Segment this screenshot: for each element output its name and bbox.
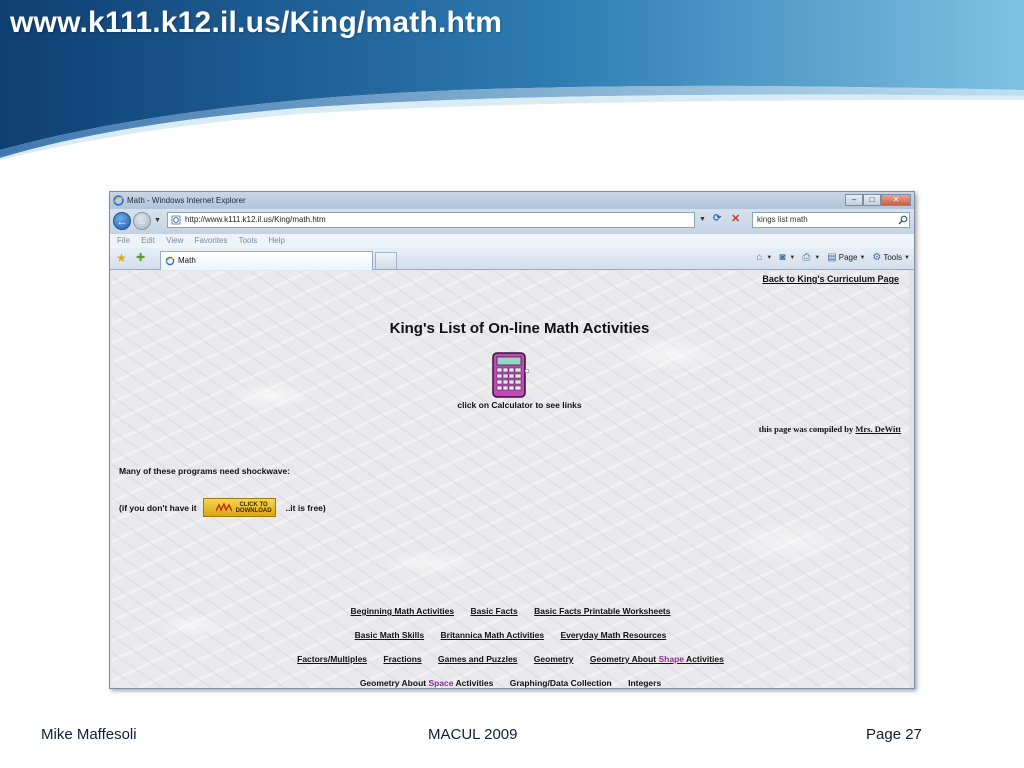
back-button[interactable]: ← (113, 212, 131, 230)
link-factors-multiples[interactable]: Factors/Multiples (297, 654, 367, 664)
window-title: Math - Windows Internet Explorer (127, 196, 246, 205)
shockwave-suffix: ..it is free) (285, 502, 326, 513)
menu-help[interactable]: Help (269, 236, 285, 245)
link-beginning-math[interactable]: Beginning Math Activities (351, 606, 455, 616)
internet-explorer-icon (113, 195, 124, 206)
home-button[interactable]: ⌂ ▼ (756, 252, 772, 263)
compiled-by-line: this page was compiled by Mrs. DeWitt (759, 424, 901, 434)
tools-menu-button[interactable]: ⚙ Tools ▼ (872, 252, 910, 263)
tab-label: Math (178, 256, 196, 265)
new-tab-button[interactable] (375, 252, 397, 269)
footer-page-number: Page 27 (866, 726, 922, 743)
address-dropdown-icon[interactable]: ▼ (699, 216, 706, 223)
page-menu-button[interactable]: ▤ Page ▼ (827, 252, 865, 263)
link-basic-math-skills[interactable]: Basic Math Skills (355, 630, 424, 640)
link-fractions[interactable]: Fractions (383, 654, 421, 664)
search-input[interactable]: kings list math (752, 212, 910, 228)
maximize-button[interactable]: □ (863, 194, 881, 206)
page-icon: ▤ (827, 252, 837, 263)
link-geometry-space[interactable]: Geometry About Space Activities (360, 678, 494, 688)
add-favorites-icon[interactable]: ✚ (136, 251, 145, 264)
calculator-icon[interactable] (490, 351, 530, 399)
author-link[interactable]: Mrs. DeWitt (855, 424, 901, 434)
link-games-puzzles[interactable]: Games and Puzzles (438, 654, 517, 664)
history-dropdown-icon[interactable]: ▼ (154, 217, 161, 224)
tab-math[interactable]: Math (160, 251, 373, 270)
chevron-down-icon: ▼ (814, 254, 821, 261)
links-row-2: Basic Math Skills Britannica Math Activi… (112, 630, 909, 640)
link-graphing[interactable]: Graphing/Data Collection (510, 678, 612, 688)
page-favicon-icon (171, 215, 181, 225)
gear-icon: ⚙ (872, 252, 882, 263)
tools-menu-label: Tools (883, 253, 903, 262)
navigation-bar: ← → ▼ http://www.k111.k12.il.us/King/mat… (110, 209, 914, 234)
links-row-4: Geometry About Space Activities Graphing… (112, 678, 909, 688)
download-label: CLICK TO DOWNLOAD (235, 501, 272, 514)
menu-bar: File Edit View Favorites Tools Help (110, 234, 914, 248)
link-basic-facts-printable[interactable]: Basic Facts Printable Worksheets (534, 606, 670, 616)
shockwave-download-row: (if you don't have it CLICK TO DOWNLOAD .… (119, 498, 326, 517)
print-button[interactable]: ⎙ ▼ (802, 252, 820, 263)
command-bar: ⌂ ▼ ◙ ▼ ⎙ ▼ ▤ Page ▼ ⚙ Tools ▼ (749, 252, 910, 263)
window-controls: – □ ✕ (845, 194, 911, 206)
tab-row: ★ ✚ Math ⌂ ▼ ◙ ▼ ⎙ ▼ ▤ Page ▼ ⚙ Tools ▼ (110, 248, 914, 270)
calculator-caption: click on Calculator to see links (457, 400, 582, 410)
window-title-bar: Math - Windows Internet Explorer – □ ✕ (110, 192, 914, 209)
tab-favicon-icon (165, 256, 175, 266)
download-shockwave-button[interactable]: CLICK TO DOWNLOAD (202, 498, 276, 517)
feeds-button[interactable]: ◙ ▼ (779, 252, 795, 263)
menu-edit[interactable]: Edit (141, 236, 155, 245)
footer-author: Mike Maffesoli (41, 726, 137, 743)
links-row-1: Beginning Math Activities Basic Facts Ba… (112, 606, 909, 616)
print-icon: ⎙ (802, 252, 811, 263)
address-input[interactable]: http://www.k111.k12.il.us/King/math.htm (167, 212, 695, 228)
shockwave-note: Many of these programs need shockwave: (119, 466, 290, 476)
home-icon: ⌂ (756, 252, 763, 263)
page-heading: King's List of On-line Math Activities (389, 320, 650, 337)
menu-view[interactable]: View (166, 236, 183, 245)
favorites-star-icon[interactable]: ★ (116, 251, 127, 265)
vertical-scrollbar[interactable] (909, 271, 914, 688)
minimize-button[interactable]: – (845, 194, 863, 206)
chevron-down-icon: ▼ (766, 254, 773, 261)
menu-file[interactable]: File (117, 236, 130, 245)
stop-icon[interactable]: ✕ (731, 212, 740, 225)
chevron-down-icon: ▼ (904, 254, 910, 261)
page-menu-label: Page (838, 253, 858, 262)
link-geometry-shape[interactable]: Geometry About Shape Activities (590, 654, 724, 664)
links-row-3: Factors/Multiples Fractions Games and Pu… (112, 654, 909, 664)
browser-window: Math - Windows Internet Explorer – □ ✕ ←… (109, 191, 915, 689)
link-geometry[interactable]: Geometry (534, 654, 574, 664)
search-text: kings list math (757, 215, 808, 224)
shockwave-prefix: (if you don't have it (119, 502, 197, 513)
close-window-button[interactable]: ✕ (881, 194, 911, 206)
refresh-icon[interactable]: ⟳ (713, 213, 721, 224)
forward-button[interactable]: → (133, 212, 151, 230)
back-to-curriculum-link[interactable]: Back to King's Curriculum Page (762, 274, 899, 284)
link-integers[interactable]: Integers (628, 678, 661, 688)
shockwave-logo-icon (215, 502, 232, 512)
link-britannica[interactable]: Britannica Math Activities (441, 630, 545, 640)
search-icon[interactable] (898, 215, 908, 225)
link-everyday-math[interactable]: Everyday Math Resources (560, 630, 666, 640)
menu-favorites[interactable]: Favorites (195, 236, 228, 245)
link-basic-facts[interactable]: Basic Facts (470, 606, 517, 616)
web-page-content: Back to King's Curriculum Page King's Li… (112, 271, 909, 688)
chevron-down-icon: ▼ (859, 254, 866, 261)
feeds-icon: ◙ (779, 252, 786, 263)
chevron-down-icon: ▼ (789, 254, 796, 261)
menu-tools[interactable]: Tools (239, 236, 258, 245)
address-url: http://www.k111.k12.il.us/King/math.htm (185, 215, 326, 224)
compiled-prefix: this page was compiled by (758, 424, 856, 434)
slide-title: www.k111.k12.il.us/King/math.htm (10, 6, 503, 39)
footer-event: MACUL 2009 (428, 726, 518, 743)
